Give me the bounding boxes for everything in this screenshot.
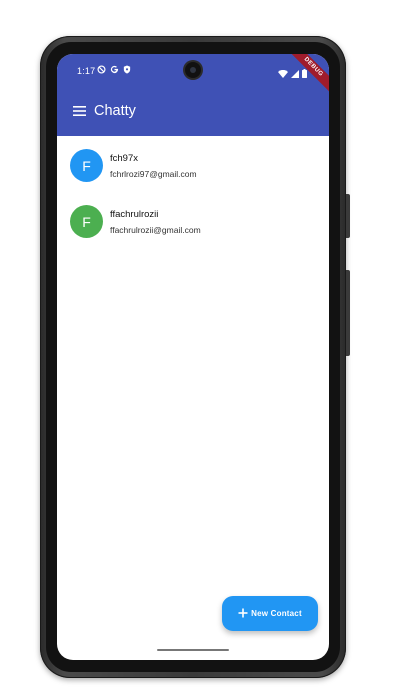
menu-button[interactable]	[65, 98, 93, 126]
new-contact-button[interactable]: New Contact	[222, 596, 318, 631]
contact-name: fch97x	[110, 153, 138, 164]
status-time: 1:17	[77, 66, 96, 76]
phone-screen: 1:17 DEBUG Chatty F fch97x fchrlrozi97@g…	[57, 54, 329, 660]
contact-email: ffachrulrozii@gmail.com	[110, 225, 201, 235]
google-icon	[110, 65, 119, 74]
wifi-icon	[278, 65, 288, 83]
hamburger-menu-icon	[72, 103, 86, 121]
gesture-nav-handle[interactable]	[157, 649, 229, 651]
contact-list: F fch97x fchrlrozi97@gmail.com F ffachru…	[57, 140, 329, 252]
shield-icon	[123, 65, 131, 74]
contact-item[interactable]: F fch97x fchrlrozi97@gmail.com	[57, 140, 329, 196]
contact-item[interactable]: F ffachrulrozii ffachrulrozii@gmail.com	[57, 196, 329, 252]
cellular-signal-icon	[291, 65, 299, 83]
device-stage: 1:17 DEBUG Chatty F fch97x fchrlrozi97@g…	[0, 0, 400, 700]
status-icons-right	[278, 65, 307, 83]
app-title: Chatty	[94, 103, 136, 119]
avatar: F	[70, 149, 103, 182]
top-bar: 1:17 DEBUG Chatty	[57, 54, 329, 136]
volume-button	[346, 270, 350, 356]
new-contact-label: New Contact	[251, 609, 302, 618]
front-camera	[185, 62, 201, 78]
plus-icon	[238, 605, 248, 623]
contact-name: ffachrulrozii	[110, 209, 159, 220]
status-icons-left	[97, 65, 131, 74]
avatar: F	[70, 205, 103, 238]
contact-email: fchrlrozi97@gmail.com	[110, 169, 197, 179]
do-not-disturb-icon	[97, 65, 106, 74]
status-bar: 1:17 DEBUG	[57, 54, 329, 99]
app-bar: Chatty	[57, 88, 329, 136]
power-button	[346, 194, 350, 238]
